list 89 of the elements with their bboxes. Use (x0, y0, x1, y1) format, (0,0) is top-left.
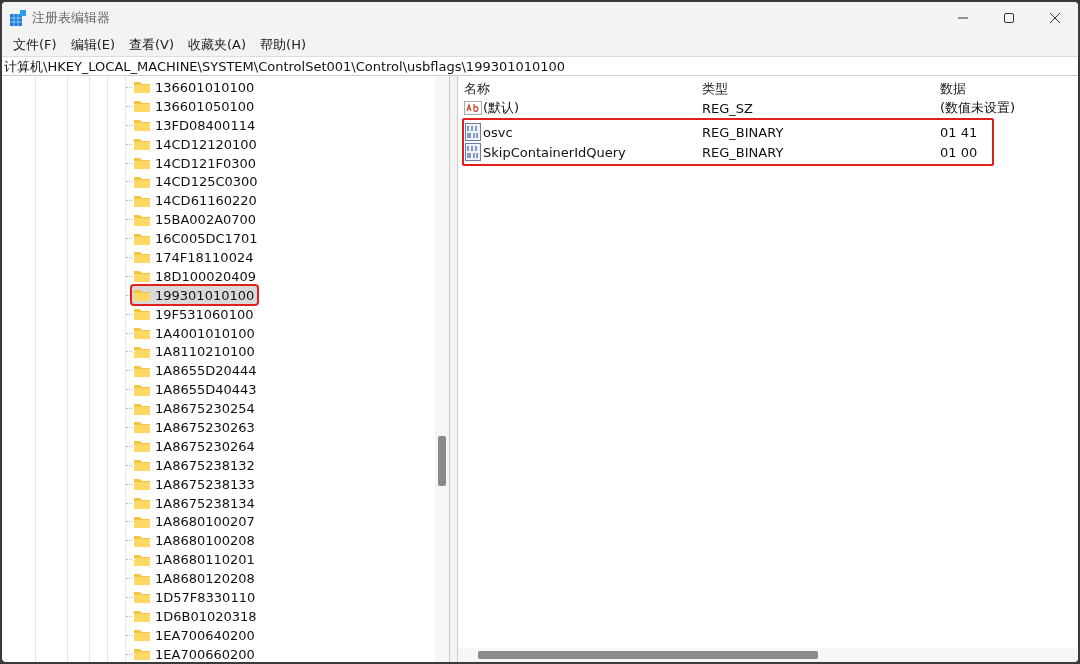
binary-value-icon (464, 123, 482, 141)
tree-item[interactable]: 1A8655D40443 (132, 380, 260, 399)
tree-item[interactable]: 1A8675238134 (132, 494, 258, 513)
folder-icon (133, 193, 151, 208)
tree-item[interactable]: 1D57F8330110 (132, 588, 259, 607)
tree-item[interactable]: 136601050100 (132, 97, 258, 116)
folder-icon (133, 118, 151, 133)
value-data: (数值未设置) (940, 99, 1017, 117)
tree-item[interactable]: 1A8675230263 (132, 418, 258, 437)
folder-icon (133, 533, 151, 548)
folder-icon (133, 552, 151, 567)
close-icon (1049, 12, 1061, 24)
tree-item[interactable]: 1A8675238133 (132, 475, 258, 494)
folder-icon (133, 420, 151, 435)
value-type: REG_BINARY (702, 144, 785, 160)
tree-item[interactable]: 1A8655D20444 (132, 361, 260, 380)
folder-icon (133, 326, 151, 340)
tree-item[interactable]: 16C005DC1701 (132, 229, 261, 248)
tree-item[interactable]: 1A8675230254 (132, 399, 258, 418)
tree-item[interactable]: 136601010100 (132, 78, 258, 97)
folder-icon (133, 80, 151, 95)
tree-item[interactable]: 1EA700640200 (132, 626, 258, 645)
folder-icon (133, 174, 151, 189)
folder-icon (133, 344, 151, 359)
tree-item[interactable]: 1A8680110201 (132, 550, 258, 569)
menu-item[interactable]: 编辑(E) (63, 36, 122, 54)
menu-item[interactable]: 收藏夹(A) (181, 36, 254, 54)
folder-icon (133, 382, 151, 397)
folder-icon (133, 458, 151, 473)
folder-icon (133, 496, 151, 511)
tree-item[interactable]: 1A8675230264 (132, 437, 258, 456)
folder-icon (133, 477, 151, 492)
tree-item[interactable]: 14CD125C0300 (132, 172, 261, 191)
value-data: 01 00 (940, 144, 979, 160)
folder-icon (133, 401, 151, 416)
value-name[interactable]: SkipContainerIdQuery (464, 143, 702, 161)
tree-item[interactable]: 1EA700660200 (132, 645, 258, 662)
folder-icon (133, 571, 151, 586)
folder-icon (133, 137, 151, 152)
folder-icon (133, 439, 151, 454)
folder-icon (133, 269, 151, 284)
folder-icon (133, 590, 151, 605)
menu-item[interactable]: 文件(F) (6, 36, 64, 54)
maximize-icon (1003, 12, 1015, 24)
vertical-scrollbar[interactable] (435, 76, 449, 662)
horizontal-scrollbar[interactable] (458, 648, 1078, 662)
value-type: REG_BINARY (702, 124, 785, 140)
tree-item[interactable]: 1D6B01020318 (132, 607, 260, 626)
folder-icon (133, 514, 151, 529)
folder-icon (133, 288, 151, 303)
tree-item[interactable]: 1A8110210100 (132, 342, 258, 361)
tree-item[interactable]: 14CD121F0300 (132, 154, 259, 172)
folder-icon (133, 231, 151, 246)
tree-item[interactable]: 13FD08400114 (132, 116, 259, 135)
tree-item[interactable]: 1A8675238132 (132, 456, 258, 475)
tree-item[interactable]: 1A8680100208 (132, 531, 258, 550)
window-title: 注册表编辑器 (32, 9, 111, 27)
column-header[interactable]: 名称 (464, 80, 702, 98)
column-header[interactable]: 数据 (940, 80, 1078, 98)
address-bar[interactable]: 计算机\HKEY_LOCAL_MACHINE\SYSTEM\ControlSet001\Control\usbflags\199301010100 (2, 56, 1078, 76)
binary-value-icon (464, 143, 482, 161)
folder-icon (133, 307, 151, 322)
folder-icon (133, 647, 151, 662)
value-name[interactable]: (默认) (464, 99, 702, 117)
string-value-icon (464, 100, 482, 116)
tree-item[interactable]: 199301010100 (132, 286, 258, 305)
tree-item[interactable]: 18D100020409 (132, 267, 259, 286)
column-header[interactable]: 类型 (702, 80, 940, 98)
tree-item[interactable]: 15BA002A0700 (132, 210, 260, 229)
folder-icon (133, 156, 151, 170)
menu-item[interactable]: 帮助(H) (253, 36, 313, 54)
tree-item[interactable]: 1A4001010100 (132, 324, 258, 342)
folder-icon (133, 363, 151, 378)
tree-item[interactable]: 14CD12120100 (132, 135, 260, 154)
registry-app-icon (10, 10, 26, 26)
value-data: 01 41 (940, 124, 979, 140)
tree-item[interactable]: 19F531060100 (132, 305, 257, 324)
folder-icon (133, 212, 151, 227)
tree-item[interactable]: 1A8680100207 (132, 512, 258, 531)
tree-item[interactable]: 174F18110024 (132, 248, 257, 267)
folder-icon (133, 628, 151, 643)
menu-item[interactable]: 查看(V) (122, 36, 182, 54)
value-name[interactable]: osvc (464, 123, 702, 141)
tree-item[interactable]: 14CD61160220 (132, 191, 260, 210)
tree-item[interactable]: 1A8680120208 (132, 569, 258, 588)
folder-icon (133, 609, 151, 624)
value-type: REG_SZ (702, 100, 754, 116)
folder-icon (133, 250, 151, 265)
folder-icon (133, 99, 151, 114)
